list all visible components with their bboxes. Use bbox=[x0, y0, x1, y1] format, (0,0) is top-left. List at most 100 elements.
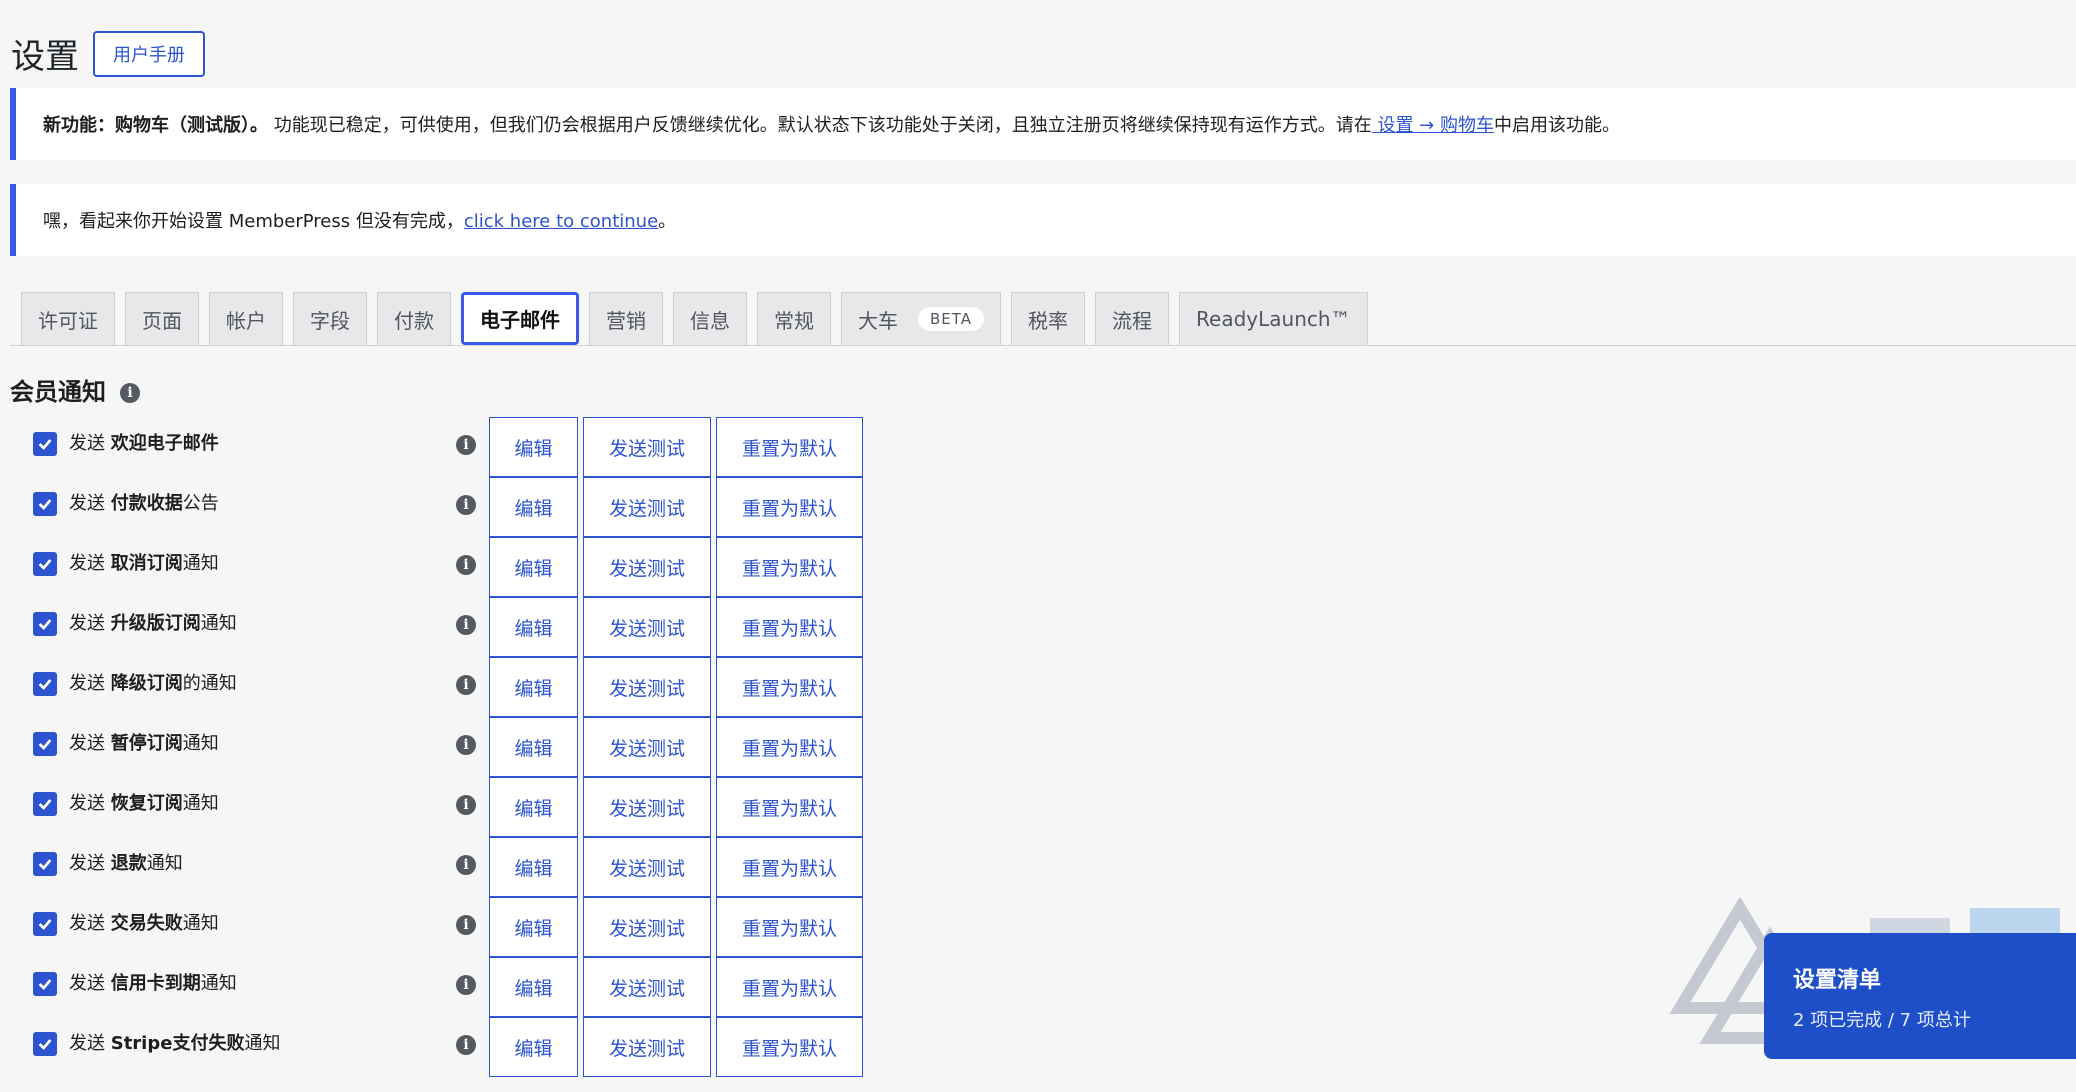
send-test-button[interactable]: 发送测试 bbox=[583, 597, 711, 657]
tab-label: 付款 bbox=[394, 308, 434, 333]
notification-checkbox[interactable] bbox=[33, 1032, 57, 1056]
tab-label: 信息 bbox=[690, 308, 730, 333]
setup-checklist-widget[interactable]: 设置清单 2 项已完成 / 7 项总计 bbox=[1764, 933, 2076, 1059]
edit-button[interactable]: 编辑 bbox=[489, 537, 578, 597]
reset-default-button[interactable]: 重置为默认 bbox=[716, 717, 863, 777]
info-icon[interactable]: i bbox=[456, 915, 476, 935]
reset-default-button[interactable]: 重置为默认 bbox=[716, 537, 863, 597]
edit-button[interactable]: 编辑 bbox=[489, 957, 578, 1017]
label-prefix: 发送 bbox=[69, 733, 111, 754]
send-test-button[interactable]: 发送测试 bbox=[583, 477, 711, 537]
cart-settings-link[interactable]: 设置 → 购物车 bbox=[1372, 115, 1494, 136]
info-icon[interactable]: i bbox=[456, 735, 476, 755]
check-icon bbox=[38, 619, 52, 631]
reset-default-button[interactable]: 重置为默认 bbox=[716, 837, 863, 897]
label-bold: 退款 bbox=[110, 853, 147, 874]
info-icon[interactable]: i bbox=[456, 855, 476, 875]
notification-checkbox[interactable] bbox=[33, 612, 57, 636]
label-bold: 信用卡到期 bbox=[110, 973, 201, 994]
info-icon[interactable]: i bbox=[456, 495, 476, 515]
notification-label: 发送 信用卡到期通知 bbox=[69, 972, 429, 996]
notification-checkbox[interactable] bbox=[33, 912, 57, 936]
reset-default-button[interactable]: 重置为默认 bbox=[716, 777, 863, 837]
info-icon[interactable]: i bbox=[456, 675, 476, 695]
send-test-button[interactable]: 发送测试 bbox=[583, 537, 711, 597]
notification-checkbox[interactable] bbox=[33, 492, 57, 516]
reset-default-button[interactable]: 重置为默认 bbox=[716, 1017, 863, 1077]
tab-5[interactable]: 电子邮件 bbox=[461, 292, 579, 345]
info-icon[interactable]: i bbox=[456, 555, 476, 575]
edit-button[interactable]: 编辑 bbox=[489, 477, 578, 537]
tab-9[interactable]: 大车 BETA bbox=[841, 292, 1002, 345]
tab-label: 许可证 bbox=[38, 308, 98, 333]
info-icon[interactable]: i bbox=[456, 795, 476, 815]
label-bold: 取消订阅 bbox=[110, 553, 183, 574]
info-icon[interactable]: i bbox=[456, 435, 476, 455]
tab-10[interactable]: 税率 bbox=[1011, 292, 1086, 345]
reset-default-button[interactable]: 重置为默认 bbox=[716, 597, 863, 657]
info-icon[interactable]: i bbox=[456, 615, 476, 635]
send-test-button[interactable]: 发送测试 bbox=[583, 717, 711, 777]
reset-default-button[interactable]: 重置为默认 bbox=[716, 897, 863, 957]
user-manual-button[interactable]: 用户手册 bbox=[93, 30, 205, 77]
label-prefix: 发送 bbox=[69, 973, 111, 994]
reset-default-button[interactable]: 重置为默认 bbox=[716, 477, 863, 537]
tab-12[interactable]: ReadyLaunch™ bbox=[1179, 292, 1368, 345]
edit-button[interactable]: 编辑 bbox=[489, 837, 578, 897]
check-icon bbox=[38, 859, 52, 871]
send-test-button[interactable]: 发送测试 bbox=[583, 837, 711, 897]
label-bold: 降级订阅 bbox=[110, 673, 183, 694]
tab-label: 营销 bbox=[606, 308, 646, 333]
info-icon[interactable]: i bbox=[456, 1035, 476, 1055]
tab-3[interactable]: 字段 bbox=[293, 292, 367, 345]
label-suffix: 的通知 bbox=[182, 673, 237, 694]
notification-checkbox[interactable] bbox=[33, 672, 57, 696]
label-bold: 付款收据 bbox=[110, 493, 183, 514]
send-test-button[interactable]: 发送测试 bbox=[583, 417, 711, 477]
label-suffix: 公告 bbox=[182, 493, 219, 514]
notification-label: 发送 退款通知 bbox=[69, 852, 429, 876]
tab-4[interactable]: 付款 bbox=[377, 292, 451, 345]
reset-default-button[interactable]: 重置为默认 bbox=[716, 657, 863, 717]
info-icon[interactable]: i bbox=[120, 382, 140, 403]
tab-label: 帐户 bbox=[226, 308, 266, 333]
page-header: 设置 用户手册 bbox=[11, 29, 205, 78]
notification-checkbox[interactable] bbox=[33, 972, 57, 996]
tab-7[interactable]: 信息 bbox=[673, 292, 747, 345]
section-title: 会员通知 i bbox=[10, 372, 140, 407]
label-prefix: 发送 bbox=[69, 793, 111, 814]
notification-checkbox[interactable] bbox=[33, 432, 57, 456]
reset-default-button[interactable]: 重置为默认 bbox=[716, 417, 863, 477]
send-test-button[interactable]: 发送测试 bbox=[583, 657, 711, 717]
edit-button[interactable]: 编辑 bbox=[489, 897, 578, 957]
notification-checkbox[interactable] bbox=[33, 552, 57, 576]
edit-button[interactable]: 编辑 bbox=[489, 657, 578, 717]
edit-button[interactable]: 编辑 bbox=[489, 717, 578, 777]
edit-button[interactable]: 编辑 bbox=[489, 597, 578, 657]
notification-checkbox[interactable] bbox=[33, 852, 57, 876]
check-icon bbox=[38, 799, 52, 811]
tab-11[interactable]: 流程 bbox=[1095, 292, 1170, 345]
reset-default-button[interactable]: 重置为默认 bbox=[716, 957, 863, 1017]
tab-6[interactable]: 营销 bbox=[589, 292, 663, 345]
notification-checkbox[interactable] bbox=[33, 792, 57, 816]
notification-checkbox[interactable] bbox=[33, 732, 57, 756]
tab-1[interactable]: 页面 bbox=[125, 292, 199, 345]
send-test-button[interactable]: 发送测试 bbox=[583, 1017, 711, 1077]
edit-button[interactable]: 编辑 bbox=[489, 1017, 578, 1077]
send-test-button[interactable]: 发送测试 bbox=[583, 957, 711, 1017]
edit-button[interactable]: 编辑 bbox=[489, 777, 578, 837]
notification-label: 发送 欢迎电子邮件 bbox=[69, 432, 429, 456]
continue-setup-link[interactable]: click here to continue bbox=[464, 211, 658, 232]
send-test-button[interactable]: 发送测试 bbox=[583, 897, 711, 957]
edit-button[interactable]: 编辑 bbox=[489, 417, 578, 477]
send-test-button[interactable]: 发送测试 bbox=[583, 777, 711, 837]
tab-8[interactable]: 常规 bbox=[757, 292, 831, 345]
label-prefix: 发送 bbox=[69, 493, 111, 514]
tab-0[interactable]: 许可证 bbox=[21, 292, 115, 345]
notification-label: 发送 降级订阅的通知 bbox=[69, 672, 429, 696]
info-icon[interactable]: i bbox=[456, 975, 476, 995]
tab-2[interactable]: 帐户 bbox=[209, 292, 283, 345]
label-suffix: 通知 bbox=[244, 1033, 281, 1054]
cart-feature-notice: 新功能：购物车（测试版）。 功能现已稳定，可供使用，但我们仍会根据用户反馈继续优… bbox=[10, 88, 2076, 160]
